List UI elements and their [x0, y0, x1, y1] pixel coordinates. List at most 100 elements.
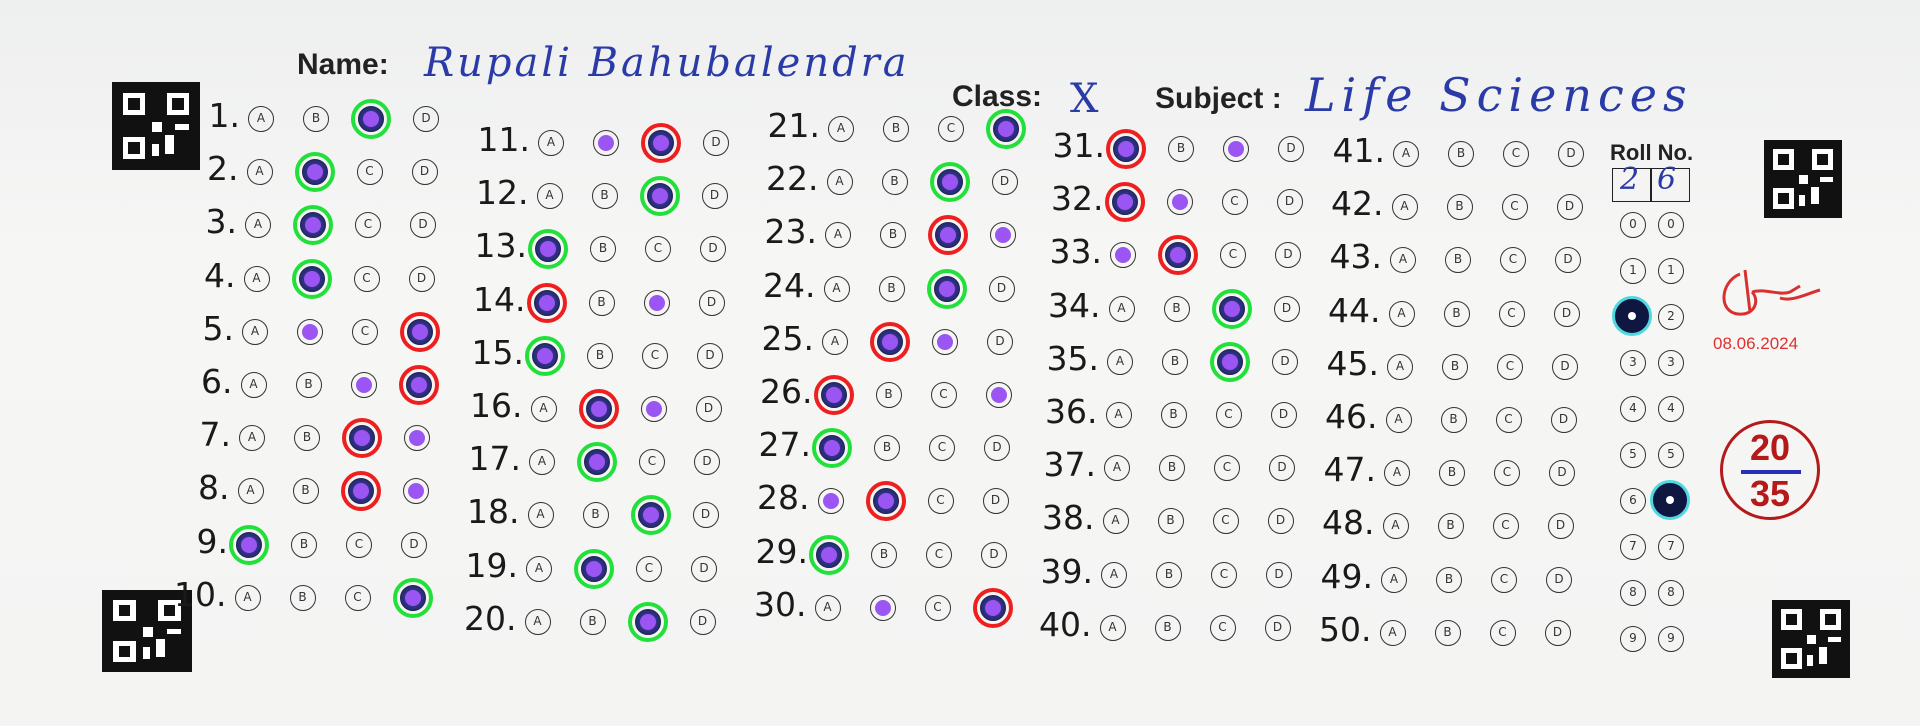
answer-bubble-q6-a[interactable]: A [240, 372, 267, 398]
answer-bubble-q12-b[interactable]: B [591, 183, 618, 210]
answer-bubble-q21-c[interactable]: C [938, 116, 964, 142]
answer-bubble-q22-d[interactable]: D [991, 169, 1018, 196]
answer-bubble-q20-d[interactable]: D [689, 608, 716, 635]
answer-bubble-q48-d[interactable]: D [1547, 513, 1574, 540]
answer-bubble-q18-a[interactable]: A [527, 502, 554, 529]
roll-digit-bubble[interactable]: 4 [1658, 396, 1684, 422]
answer-bubble-q39-d[interactable]: D [1266, 561, 1292, 588]
answer-bubble-q9-c[interactable]: C [346, 531, 372, 558]
answer-bubble-q36-b[interactable]: B [1160, 402, 1187, 428]
answer-bubble-q5-a[interactable]: A [242, 318, 268, 345]
answer-bubble-q15-b[interactable]: B [587, 342, 613, 369]
answer-bubble-q43-a[interactable]: A [1390, 247, 1416, 274]
answer-bubble-q32-c[interactable]: C [1221, 189, 1248, 216]
answer-bubble-q46-a[interactable]: A [1385, 407, 1412, 433]
answer-bubble-q29-b[interactable]: B [871, 541, 897, 568]
answer-bubble-q37-c[interactable]: C [1214, 455, 1240, 482]
answer-bubble-q19-c[interactable]: C [636, 555, 662, 582]
answer-bubble-q49-b[interactable]: B [1436, 566, 1462, 593]
answer-bubble-q3-a[interactable]: A [245, 212, 271, 239]
answer-bubble-q10-a[interactable]: A [234, 584, 261, 611]
answer-bubble-q48-b[interactable]: B [1437, 513, 1464, 540]
answer-bubble-q33-c[interactable]: C [1220, 242, 1246, 269]
answer-bubble-q42-c[interactable]: C [1501, 194, 1528, 221]
answer-bubble-q38-c[interactable]: C [1212, 508, 1239, 535]
answer-bubble-q29-c[interactable]: C [926, 541, 952, 568]
answer-bubble-q10-b[interactable]: B [289, 584, 316, 611]
answer-bubble-q39-b[interactable]: B [1156, 561, 1182, 588]
answer-bubble-q18-b[interactable]: B [582, 502, 609, 529]
answer-bubble-q47-d[interactable]: D [1549, 460, 1575, 487]
answer-bubble-q45-d[interactable]: D [1552, 353, 1578, 380]
answer-bubble-q34-d[interactable]: D [1273, 295, 1300, 322]
answer-bubble-q49-a[interactable]: A [1381, 566, 1407, 593]
answer-bubble-q41-d[interactable]: D [1558, 141, 1584, 167]
answer-bubble-q17-c[interactable]: C [639, 449, 665, 476]
answer-bubble-q42-b[interactable]: B [1446, 194, 1473, 221]
answer-bubble-q27-c[interactable]: C [929, 435, 955, 462]
roll-digit-bubble[interactable]: 8 [1658, 580, 1684, 606]
answer-bubble-q50-d[interactable]: D [1544, 619, 1571, 646]
answer-bubble-q27-d[interactable]: D [984, 435, 1010, 462]
answer-bubble-q13-b[interactable]: B [590, 236, 616, 263]
answer-bubble-q30-c[interactable]: C [924, 594, 951, 621]
answer-bubble-q46-c[interactable]: C [1495, 407, 1522, 433]
answer-bubble-q36-d[interactable]: D [1270, 402, 1297, 428]
answer-bubble-q35-b[interactable]: B [1162, 348, 1188, 375]
answer-bubble-q13-d[interactable]: D [700, 236, 726, 263]
roll-digit-bubble[interactable]: 5 [1620, 442, 1646, 468]
answer-bubble-q37-a[interactable]: A [1104, 455, 1130, 482]
answer-bubble-q38-d[interactable]: D [1267, 508, 1294, 535]
answer-bubble-q42-d[interactable]: D [1556, 194, 1583, 221]
answer-bubble-q35-d[interactable]: D [1272, 348, 1298, 375]
answer-bubble-q4-a[interactable]: A [243, 265, 270, 292]
answer-bubble-q36-a[interactable]: A [1105, 402, 1132, 428]
answer-bubble-q12-d[interactable]: D [701, 183, 728, 210]
roll-digit-bubble[interactable]: 7 [1658, 534, 1684, 560]
answer-bubble-q23-a[interactable]: A [825, 222, 851, 249]
answer-bubble-q25-a[interactable]: A [822, 328, 848, 355]
answer-bubble-q47-a[interactable]: A [1384, 460, 1410, 487]
answer-bubble-q40-b[interactable]: B [1154, 614, 1181, 641]
answer-bubble-q46-d[interactable]: D [1550, 407, 1577, 433]
answer-bubble-q38-b[interactable]: B [1157, 508, 1184, 535]
answer-bubble-q49-c[interactable]: C [1491, 566, 1517, 593]
answer-bubble-q17-a[interactable]: A [529, 449, 555, 476]
answer-bubble-q41-b[interactable]: B [1448, 141, 1474, 167]
answer-bubble-q7-b[interactable]: B [294, 425, 320, 452]
answer-bubble-q41-a[interactable]: A [1393, 141, 1419, 167]
answer-bubble-q28-c[interactable]: C [927, 488, 954, 515]
answer-bubble-q8-a[interactable]: A [237, 478, 264, 505]
roll-digit-bubble[interactable]: 8 [1620, 580, 1646, 606]
answer-bubble-q13-c[interactable]: C [645, 236, 671, 263]
answer-bubble-q24-d[interactable]: D [988, 275, 1015, 302]
answer-bubble-q45-c[interactable]: C [1497, 353, 1523, 380]
answer-bubble-q3-d[interactable]: D [410, 212, 436, 239]
answer-bubble-q5-c[interactable]: C [352, 318, 378, 345]
roll-digit-bubble[interactable]: 4 [1620, 396, 1646, 422]
answer-bubble-q49-d[interactable]: D [1546, 566, 1572, 593]
answer-bubble-q48-c[interactable]: C [1492, 513, 1519, 540]
answer-bubble-q44-d[interactable]: D [1553, 300, 1580, 327]
answer-bubble-q40-a[interactable]: A [1099, 614, 1126, 641]
answer-bubble-q30-a[interactable]: A [814, 594, 841, 621]
answer-bubble-q50-c[interactable]: C [1489, 619, 1516, 646]
answer-bubble-q4-c[interactable]: C [353, 265, 380, 292]
answer-bubble-q47-c[interactable]: C [1494, 460, 1520, 487]
answer-bubble-q40-c[interactable]: C [1209, 614, 1236, 641]
answer-bubble-q10-c[interactable]: C [344, 584, 371, 611]
answer-bubble-q45-a[interactable]: A [1387, 353, 1413, 380]
answer-bubble-q2-c[interactable]: C [356, 159, 383, 186]
answer-bubble-q19-d[interactable]: D [691, 555, 717, 582]
answer-bubble-q1-b[interactable]: B [303, 106, 329, 132]
answer-bubble-q43-b[interactable]: B [1445, 247, 1471, 274]
answer-bubble-q37-b[interactable]: B [1159, 455, 1185, 482]
roll-digit-bubble[interactable]: 6 [1620, 488, 1646, 514]
answer-bubble-q38-a[interactable]: A [1102, 508, 1129, 535]
answer-bubble-q17-d[interactable]: D [694, 449, 720, 476]
answer-bubble-q1-d[interactable]: D [413, 106, 439, 132]
answer-bubble-q43-d[interactable]: D [1555, 247, 1581, 274]
answer-bubble-q7-a[interactable]: A [239, 425, 265, 452]
roll-digit-bubble[interactable]: 9 [1620, 626, 1646, 652]
answer-bubble-q26-b[interactable]: B [875, 382, 902, 408]
